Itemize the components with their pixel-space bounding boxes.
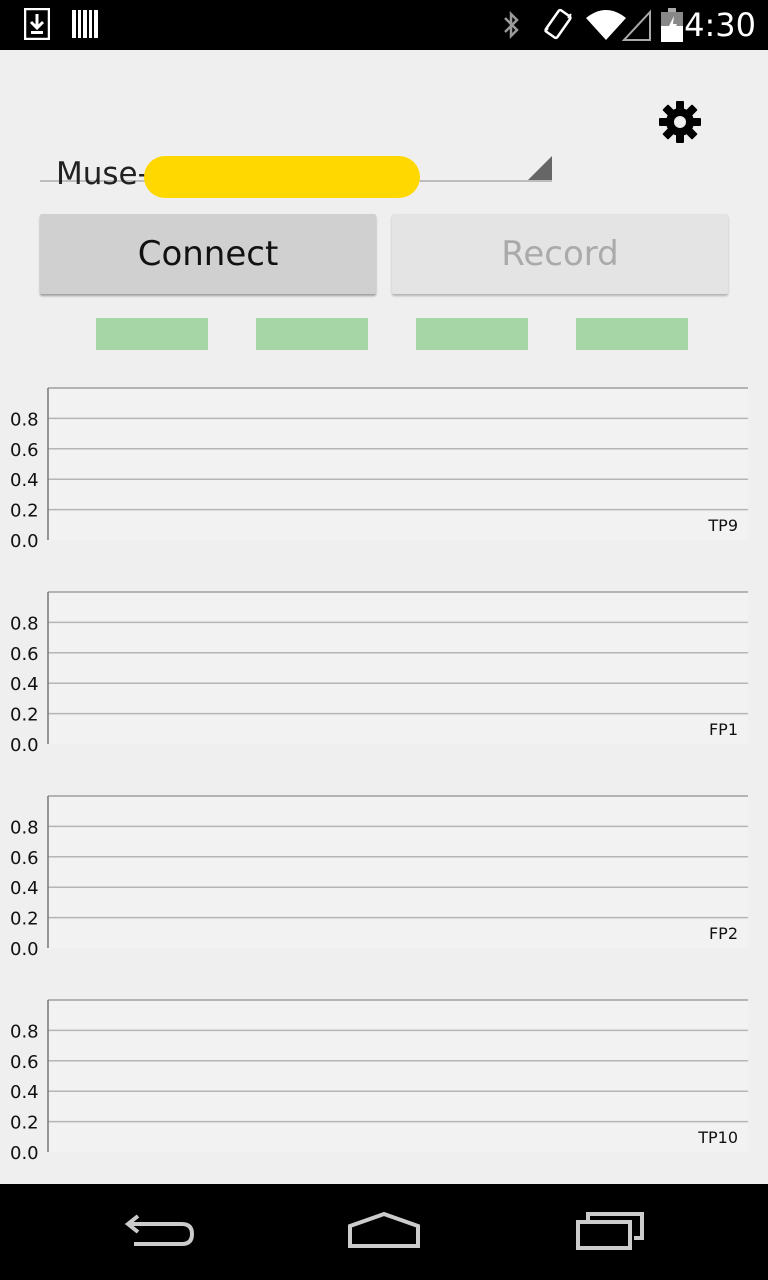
app-content: Muse- Connect Record 0.8 0.6 0.4 0.2 0.0 TP9 … bbox=[0, 50, 768, 1184]
y-tick-label: 0.8 bbox=[10, 409, 39, 430]
y-tick-label: 0.0 bbox=[10, 735, 39, 754]
y-tick-label: 0.4 bbox=[10, 674, 39, 695]
device-spinner-value: Muse- bbox=[56, 156, 149, 192]
channel-label: TP9 bbox=[707, 516, 738, 535]
download-icon bbox=[23, 7, 51, 44]
y-tick-label: 0.8 bbox=[10, 817, 39, 838]
plot-area bbox=[48, 796, 748, 948]
connect-button[interactable]: Connect bbox=[40, 214, 376, 294]
chart-fp2: 0.8 0.6 0.4 0.2 0.0 FP2 bbox=[0, 788, 768, 958]
settings-gear-icon[interactable] bbox=[656, 98, 704, 146]
chart-svg: 0.8 0.6 0.4 0.2 0.0 TP10 bbox=[10, 999, 748, 1162]
y-tick-label: 0.6 bbox=[10, 644, 39, 665]
back-icon[interactable] bbox=[112, 1208, 208, 1256]
bluetooth-icon bbox=[498, 8, 524, 46]
record-button[interactable]: Record bbox=[392, 214, 728, 294]
sensor-indicator-2 bbox=[256, 318, 368, 350]
home-icon[interactable] bbox=[336, 1208, 432, 1256]
battery-charging-icon bbox=[660, 8, 684, 46]
sensor-indicator-4 bbox=[576, 318, 688, 350]
status-bar: 4:30 bbox=[0, 0, 768, 50]
plot-area bbox=[48, 1000, 748, 1152]
y-tick-label: 0.8 bbox=[10, 1021, 39, 1042]
y-tick-label: 0.2 bbox=[10, 1113, 39, 1134]
plot-area bbox=[48, 388, 748, 540]
chart-svg: 0.8 0.6 0.4 0.2 0.0 FP2 bbox=[10, 795, 748, 958]
chart-svg: 0.8 0.6 0.4 0.2 0.0 FP1 bbox=[10, 591, 748, 754]
y-tick-label: 0.6 bbox=[10, 1052, 39, 1073]
y-tick-label: 0.0 bbox=[10, 939, 39, 958]
y-tick-label: 0.6 bbox=[10, 440, 39, 461]
barcode-icon bbox=[72, 8, 98, 44]
y-tick-label: 0.4 bbox=[10, 470, 39, 491]
y-tick-label: 0.8 bbox=[10, 613, 39, 634]
chart-svg: 0.8 0.6 0.4 0.2 0.0 TP9 bbox=[10, 387, 748, 550]
y-tick-label: 0.2 bbox=[10, 705, 39, 726]
wifi-icon bbox=[586, 8, 626, 46]
sensor-indicator-1 bbox=[96, 318, 208, 350]
navigation-bar bbox=[0, 1184, 768, 1280]
chart-tp10: 0.8 0.6 0.4 0.2 0.0 TP10 bbox=[0, 992, 768, 1162]
y-tick-label: 0.4 bbox=[10, 1082, 39, 1103]
redaction-mark bbox=[144, 156, 420, 198]
y-tick-label: 0.6 bbox=[10, 848, 39, 869]
channel-label: FP1 bbox=[709, 720, 738, 739]
y-tick-label: 0.2 bbox=[10, 501, 39, 522]
device-spinner[interactable]: Muse- bbox=[40, 100, 552, 198]
vibrate-icon bbox=[542, 8, 574, 46]
plot-area bbox=[48, 592, 748, 744]
chart-fp1: 0.8 0.6 0.4 0.2 0.0 FP1 bbox=[0, 584, 768, 754]
spinner-dropdown-icon bbox=[528, 156, 552, 180]
y-tick-label: 0.0 bbox=[10, 531, 39, 550]
channel-label: FP2 bbox=[709, 924, 738, 943]
sensor-indicator-3 bbox=[416, 318, 528, 350]
y-tick-label: 0.0 bbox=[10, 1143, 39, 1162]
clock: 4:30 bbox=[684, 6, 756, 44]
chart-tp9: 0.8 0.6 0.4 0.2 0.0 TP9 bbox=[0, 380, 768, 550]
recent-apps-icon[interactable] bbox=[562, 1208, 658, 1256]
y-tick-label: 0.4 bbox=[10, 878, 39, 899]
channel-label: TP10 bbox=[697, 1128, 738, 1147]
signal-icon bbox=[621, 8, 652, 46]
y-tick-label: 0.2 bbox=[10, 909, 39, 930]
